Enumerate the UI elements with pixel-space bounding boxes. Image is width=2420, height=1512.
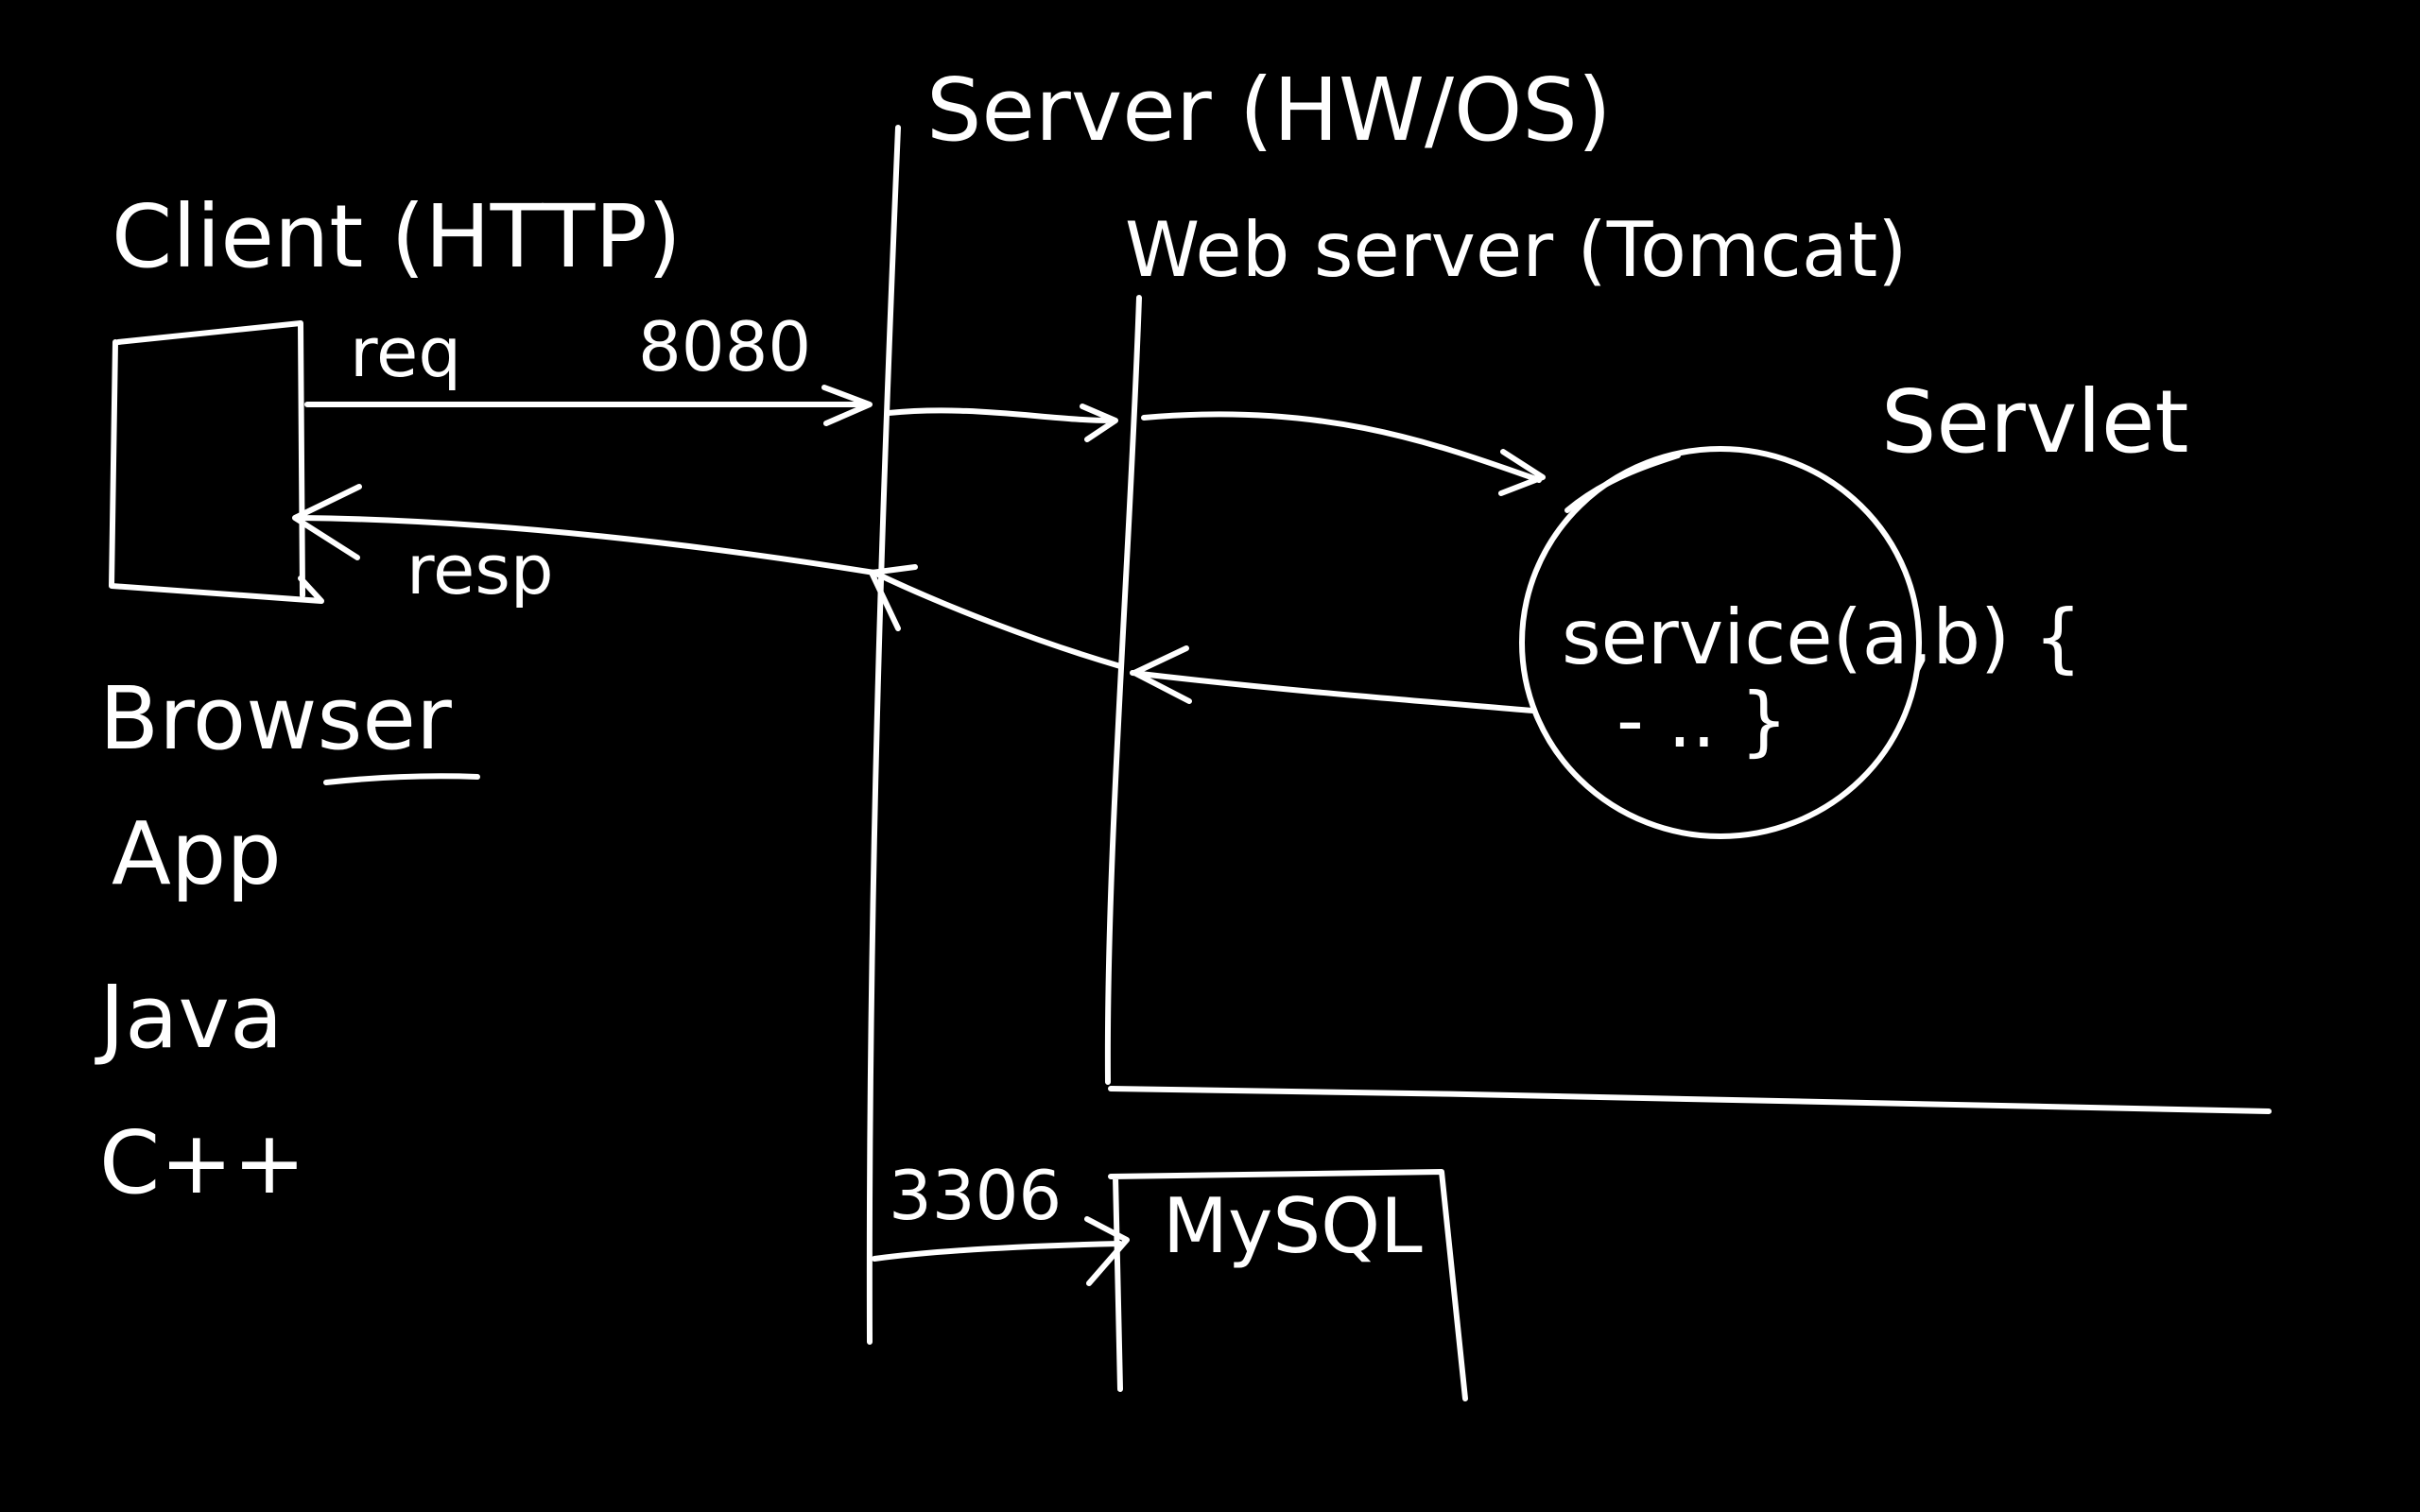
port-http-label: 8080 [638,307,811,387]
mysql-label: MySQL [1163,1182,1423,1270]
web-server-label: Web server (Tomcat) [1125,206,1907,294]
web-server-bottom-line [1108,1086,2272,1114]
client-type-cpp: C++ [99,1112,305,1213]
request-arrow-client-to-server [304,385,873,426]
service-signature-label: service(a,b) { [1562,593,2083,681]
server-label: Server (HW/OS) [926,60,1612,161]
response-arrow-server-to-client [292,484,877,576]
response-arrow-webserver-to-server [869,564,1123,669]
browser-underline [323,773,480,785]
req-label: req [350,313,461,392]
response-arrow-servlet-to-webserver [1130,645,1536,713]
client-type-java: Java [95,967,283,1068]
client-label: Client (HTTP) [112,186,682,287]
request-arrow-server-to-webserver [886,404,1118,442]
servlet-label: Servlet [1881,371,2189,472]
client-box [109,320,324,604]
resp-label: resp [406,530,554,610]
service-body-label: - .. } [1616,677,1788,765]
architecture-diagram: Client (HTTP) Server (HW/OS) Web server … [95,60,2272,1401]
port-db-label: 3306 [889,1156,1062,1235]
web-server-boundary-line [1104,295,1142,1085]
request-arrow-webserver-to-servlet [1141,411,1546,496]
client-type-browser: Browser [99,668,452,769]
client-type-app: App [112,803,282,904]
whiteboard: Client (HTTP) Server (HW/OS) Web server … [0,0,2420,1512]
